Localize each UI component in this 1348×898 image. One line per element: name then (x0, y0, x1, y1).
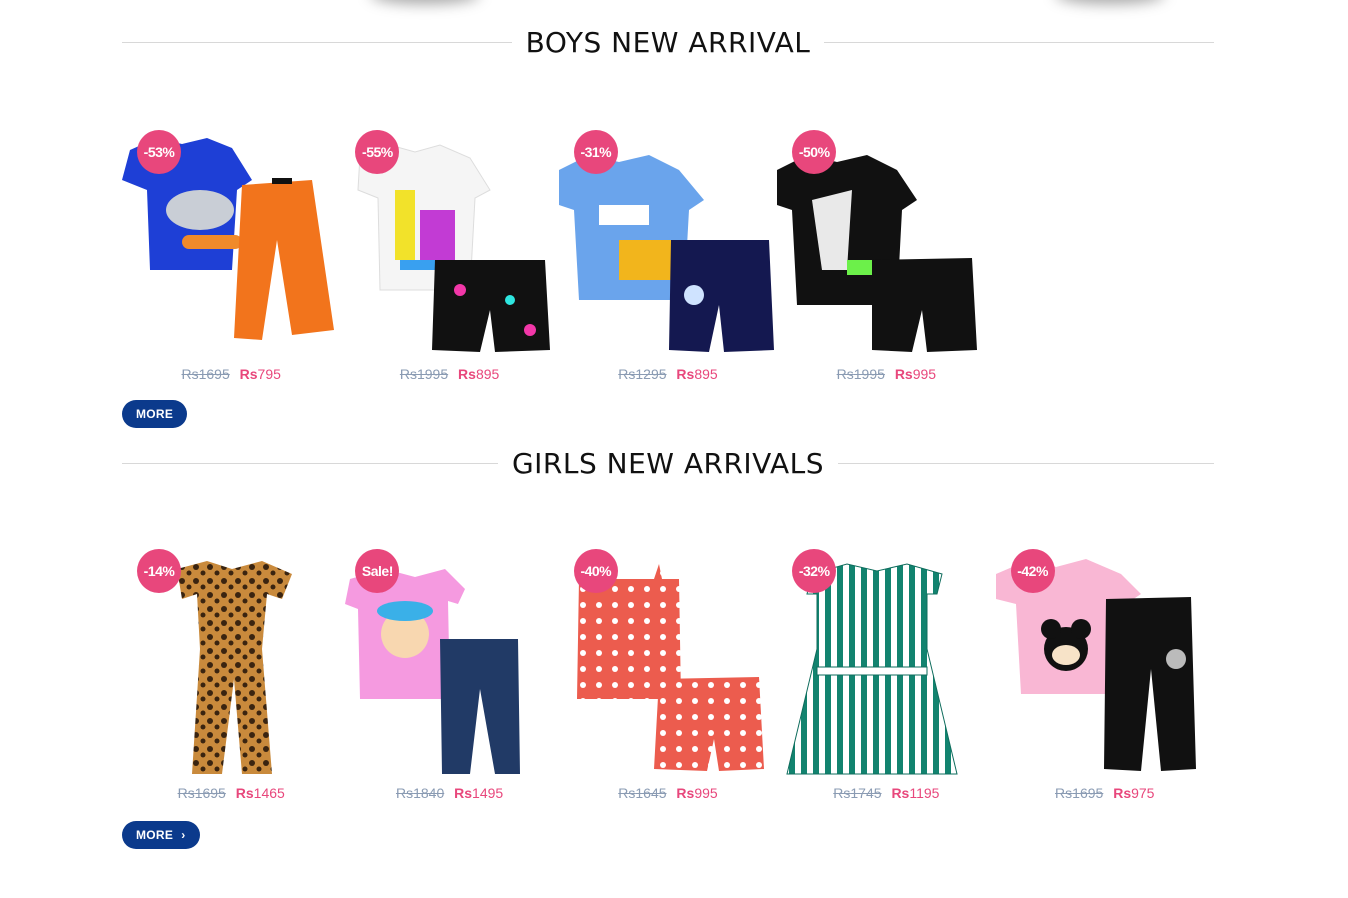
sale-price: Rs995 (894, 366, 937, 382)
section-title: GIRLS NEW ARRIVALS (497, 446, 839, 480)
price-row: Rs1995 Rs895 (340, 366, 558, 382)
boys-product-grid: -53% Rs1695 Rs795 -55% Rs1995 Rs895 -31%… (122, 130, 996, 382)
product-image[interactable]: -32% (777, 549, 995, 779)
product-card[interactable]: -53% Rs1695 Rs795 (122, 130, 340, 382)
product-image[interactable]: -42% (995, 549, 1214, 779)
sale-price: Rs1495 (454, 785, 504, 801)
sale-price: Rs895 (676, 366, 718, 382)
girls-section-header: GIRLS NEW ARRIVALS (122, 443, 1214, 483)
sale-price: Rs1195 (891, 785, 940, 801)
discount-badge: -50% (792, 130, 837, 174)
boys-section: BOYS NEW ARRIVAL -53% Rs1695 Rs795 -55% … (122, 22, 1214, 428)
product-card[interactable]: -40% Rs1645 Rs995 (559, 549, 777, 801)
product-card[interactable]: Sale! Rs1840 Rs1495 (340, 549, 558, 801)
sale-price: Rs1465 (235, 785, 285, 801)
product-image[interactable]: -31% (558, 130, 777, 360)
price-row: Rs1840 Rs1495 (340, 785, 558, 801)
boys-more-button[interactable]: MORE (122, 400, 188, 428)
price-row: Rs1695 Rs795 (122, 366, 340, 382)
price-row: Rs1995 Rs995 (777, 366, 995, 382)
product-image[interactable]: -50% (777, 130, 995, 360)
price-row: Rs1695 Rs1465 (122, 785, 340, 801)
product-image[interactable]: -55% (340, 130, 558, 360)
old-price: Rs1995 (836, 366, 885, 382)
chevron-right-icon: › (181, 828, 186, 842)
discount-badge: -53% (137, 130, 181, 174)
discount-badge: -31% (573, 130, 618, 174)
discount-badge: -32% (792, 549, 837, 593)
price-row: Rs1645 Rs995 (559, 785, 777, 801)
sale-price: Rs895 (458, 366, 500, 382)
old-price: Rs1695 (1055, 785, 1104, 801)
old-price: Rs1295 (618, 366, 667, 382)
product-card[interactable]: -55% Rs1995 Rs895 (340, 130, 558, 382)
price-row: Rs1295 Rs895 (559, 366, 777, 382)
boys-section-header: BOYS NEW ARRIVAL (122, 22, 1214, 62)
old-price: Rs1695 (177, 785, 226, 801)
product-card[interactable]: -50% Rs1995 Rs995 (777, 130, 995, 382)
more-label: MORE (136, 407, 174, 421)
old-price: Rs1995 (399, 366, 449, 382)
product-image[interactable]: Sale! (340, 549, 558, 779)
product-card[interactable]: -14% Rs1695 Rs1465 (122, 549, 340, 801)
product-card[interactable]: -32% Rs1745 Rs1195 (777, 549, 995, 801)
girls-more-button[interactable]: MORE › (122, 821, 200, 849)
old-price: Rs1645 (618, 785, 667, 801)
product-image[interactable]: -14% (122, 549, 340, 779)
sale-price: Rs995 (676, 785, 718, 801)
more-label: MORE (136, 828, 174, 842)
product-image[interactable]: -53% (122, 130, 340, 360)
discount-badge: -14% (137, 549, 181, 593)
old-price: Rs1840 (395, 785, 445, 801)
girls-product-grid: -14% Rs1695 Rs1465 Sale! Rs1840 Rs1495 -… (122, 549, 1214, 801)
girls-section: GIRLS NEW ARRIVALS -14% Rs1695 Rs1465 Sa… (122, 443, 1214, 849)
product-card[interactable]: -31% Rs1295 Rs895 (558, 130, 777, 382)
product-image[interactable]: -40% (559, 549, 777, 779)
section-title: BOYS NEW ARRIVAL (511, 25, 825, 59)
sale-price: Rs795 (239, 366, 281, 382)
sale-price: Rs975 (1113, 785, 1155, 801)
price-row: Rs1745 Rs1195 (777, 785, 995, 801)
price-row: Rs1695 Rs975 (996, 785, 1214, 801)
old-price: Rs1695 (181, 366, 230, 382)
product-card[interactable]: -42% Rs1695 Rs975 (995, 549, 1214, 801)
discount-badge: -42% (1010, 549, 1055, 593)
old-price: Rs1745 (833, 785, 882, 801)
discount-badge: -40% (573, 549, 618, 593)
